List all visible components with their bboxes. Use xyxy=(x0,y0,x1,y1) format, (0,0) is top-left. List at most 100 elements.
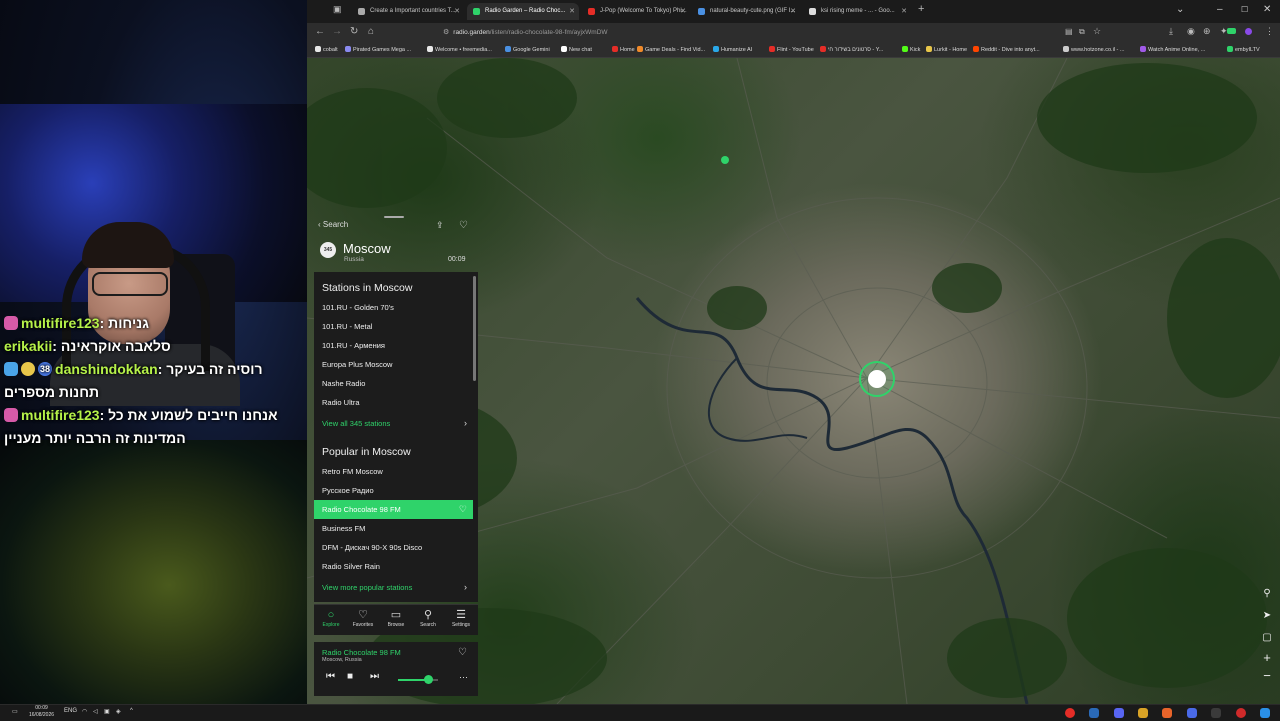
chat-username[interactable]: multifire123 xyxy=(21,315,100,331)
close-tab-icon[interactable]: ✕ xyxy=(680,3,686,20)
bookmark-item[interactable]: cobalt xyxy=(315,46,338,53)
youtube-music-icon[interactable] xyxy=(1065,708,1075,718)
browser-taskbar-icon[interactable] xyxy=(1162,708,1172,718)
popular-station-item[interactable]: Business FM xyxy=(314,519,473,538)
view-more-popular-link[interactable]: View more popular stations › xyxy=(322,582,473,592)
bookmark-item[interactable]: Game Deals - Find Vid... xyxy=(637,46,705,53)
bookmark-item[interactable]: Home xyxy=(612,46,635,53)
bookmark-item[interactable]: Reddit - Dive into anyt... xyxy=(973,46,1040,53)
station-dot[interactable] xyxy=(721,156,729,164)
tab-favorites[interactable]: ♡ Favorites xyxy=(347,609,379,628)
popular-station-item[interactable]: Русское Радио xyxy=(314,481,473,500)
drag-handle[interactable] xyxy=(384,216,404,218)
back-to-search-button[interactable]: ‹ Search xyxy=(318,220,348,229)
battery-extension-icon[interactable] xyxy=(1227,28,1236,34)
browser-tab[interactable]: Radio Garden – Radio Choc... ✕ xyxy=(467,3,579,20)
share-icon[interactable]: ⇪ xyxy=(436,220,444,231)
selected-city-marker[interactable] xyxy=(859,361,895,397)
bookmark-item[interactable]: www.hotzone.co.il - ... xyxy=(1063,46,1125,53)
tab-search[interactable]: ⚲ Search xyxy=(412,609,444,628)
volume-icon[interactable]: ◁ xyxy=(93,708,98,715)
close-tab-icon[interactable]: ✕ xyxy=(901,3,907,20)
profile-avatar-icon[interactable] xyxy=(1245,28,1252,35)
bookmark-item[interactable]: Kick xyxy=(902,46,920,53)
chat-username[interactable]: danshindokkan xyxy=(55,361,158,377)
address-bar[interactable]: ⚙ radio.garden/listen/radio-chocolate-98-… xyxy=(443,25,1043,40)
bookmark-item[interactable]: embyILTV xyxy=(1227,46,1260,53)
heart-icon[interactable]: ♡ xyxy=(459,500,467,519)
tab-settings[interactable]: ☰ Settings xyxy=(445,609,477,628)
bookmark-item[interactable]: Flint - YouTube xyxy=(769,46,814,53)
zoom-out-icon[interactable]: − xyxy=(1260,668,1274,683)
bookmark-item[interactable]: Humanize AI xyxy=(713,46,752,53)
bookmark-item[interactable]: סרטונים בשידור חי - Y... xyxy=(820,46,883,53)
browser-tab[interactable]: J-Pop (Welcome To Tokyo) Phi... ✕ xyxy=(582,3,690,20)
popular-station-item[interactable]: DFM - Дискач 90-X 90s Disco xyxy=(314,538,473,557)
lock-icon[interactable]: ▢ xyxy=(1260,632,1274,643)
browser-tab[interactable]: Create a Important countries T... ✕ xyxy=(352,3,464,20)
heart-icon[interactable]: ♡ xyxy=(459,220,468,231)
wifi-icon[interactable]: ◠ xyxy=(82,708,87,715)
map-pin-icon[interactable]: ⚲ xyxy=(1260,588,1274,599)
tab-overview-icon[interactable]: ▣ xyxy=(333,4,342,15)
vpn-icon[interactable]: ⊕ xyxy=(1203,26,1211,37)
tray-app-icon[interactable]: ▣ xyxy=(104,708,110,715)
windows-start-icon[interactable] xyxy=(1260,708,1270,718)
back-arrow-icon[interactable]: ← xyxy=(315,26,325,37)
tray-chevron-icon[interactable]: ^ xyxy=(130,708,133,714)
close-tab-icon[interactable]: ✕ xyxy=(790,3,796,20)
stop-icon[interactable]: ■ xyxy=(347,671,353,682)
language-indicator[interactable]: ENG xyxy=(64,708,77,714)
zoom-in-icon[interactable]: + xyxy=(1260,650,1274,665)
extension-icon[interactable]: ◉ xyxy=(1187,26,1195,37)
record-icon[interactable] xyxy=(1236,708,1246,718)
home-icon[interactable]: ⌂ xyxy=(368,26,374,37)
scrollbar[interactable] xyxy=(473,276,476,381)
popular-station-item[interactable]: Radio Silver Rain xyxy=(314,557,473,576)
discord-icon[interactable] xyxy=(1114,708,1124,718)
view-all-stations-link[interactable]: View all 345 stations › xyxy=(322,418,473,428)
new-tab-icon[interactable]: + xyxy=(918,3,924,15)
now-playing-station[interactable]: Radio Chocolate 98 FM xyxy=(322,648,401,657)
bookmark-item[interactable]: Pirated Games Mega ... xyxy=(345,46,411,53)
station-item[interactable]: 101.RU - Metal xyxy=(314,317,473,336)
locate-icon[interactable]: ➤ xyxy=(1260,610,1274,621)
bookmark-item[interactable]: Watch Anime Online, ... xyxy=(1140,46,1205,53)
bookmark-star-icon[interactable]: ☆ xyxy=(1093,26,1101,37)
chat-username[interactable]: multifire123 xyxy=(21,407,100,423)
station-item[interactable]: 101.RU - Golden 70's xyxy=(314,298,473,317)
maximize-icon[interactable]: ☐ xyxy=(1241,5,1248,14)
volume-slider[interactable] xyxy=(398,675,438,684)
popular-station-item[interactable]: Radio Chocolate 98 FM ♡ xyxy=(314,500,473,519)
minimize-icon[interactable]: – xyxy=(1217,4,1223,15)
forward-arrow-icon[interactable]: → xyxy=(332,26,342,37)
menu-icon[interactable]: ⋮ xyxy=(1265,26,1274,37)
app-taskbar-icon[interactable] xyxy=(1187,708,1197,718)
station-item[interactable]: Nashe Radio xyxy=(314,374,473,393)
browser-tab[interactable]: ksi rising meme - ... - Goo... ✕ xyxy=(803,3,911,20)
close-tab-icon[interactable]: ✕ xyxy=(569,3,575,20)
tray-app-icon-2[interactable]: ◈ xyxy=(116,708,121,715)
bookmark-item[interactable]: New chat xyxy=(561,46,592,53)
volume-knob[interactable] xyxy=(424,675,433,684)
next-icon[interactable]: ⏭ xyxy=(370,671,379,682)
site-info-icon[interactable]: ⚙ xyxy=(443,29,449,36)
close-window-icon[interactable]: ✕ xyxy=(1263,4,1271,15)
close-tab-icon[interactable]: ✕ xyxy=(454,3,460,20)
terminal-icon[interactable] xyxy=(1211,708,1221,718)
bookmark-item[interactable]: Welcome • freemedia... xyxy=(427,46,492,53)
steam-icon[interactable] xyxy=(1089,708,1099,718)
bookmark-item[interactable]: Google Gemini xyxy=(505,46,550,53)
bookmark-item[interactable]: Lurkit - Home xyxy=(926,46,967,53)
screenshot-icon[interactable]: ⧉ xyxy=(1079,27,1085,37)
tab-explore[interactable]: ○ Explore xyxy=(315,609,347,628)
station-item[interactable]: 101.RU - Армения xyxy=(314,336,473,355)
clock[interactable]: 00:09 16/08/2026 xyxy=(29,705,54,719)
file-explorer-icon[interactable] xyxy=(1138,708,1148,718)
station-item[interactable]: Europa Plus Moscow xyxy=(314,355,473,374)
tab-browse[interactable]: ▭ Browse xyxy=(380,609,412,628)
reload-icon[interactable]: ↻ xyxy=(350,26,358,37)
previous-icon[interactable]: ⏮ xyxy=(326,671,335,682)
notification-icon[interactable]: ▭ xyxy=(12,708,18,715)
favorite-heart-icon[interactable]: ♡ xyxy=(458,647,467,658)
